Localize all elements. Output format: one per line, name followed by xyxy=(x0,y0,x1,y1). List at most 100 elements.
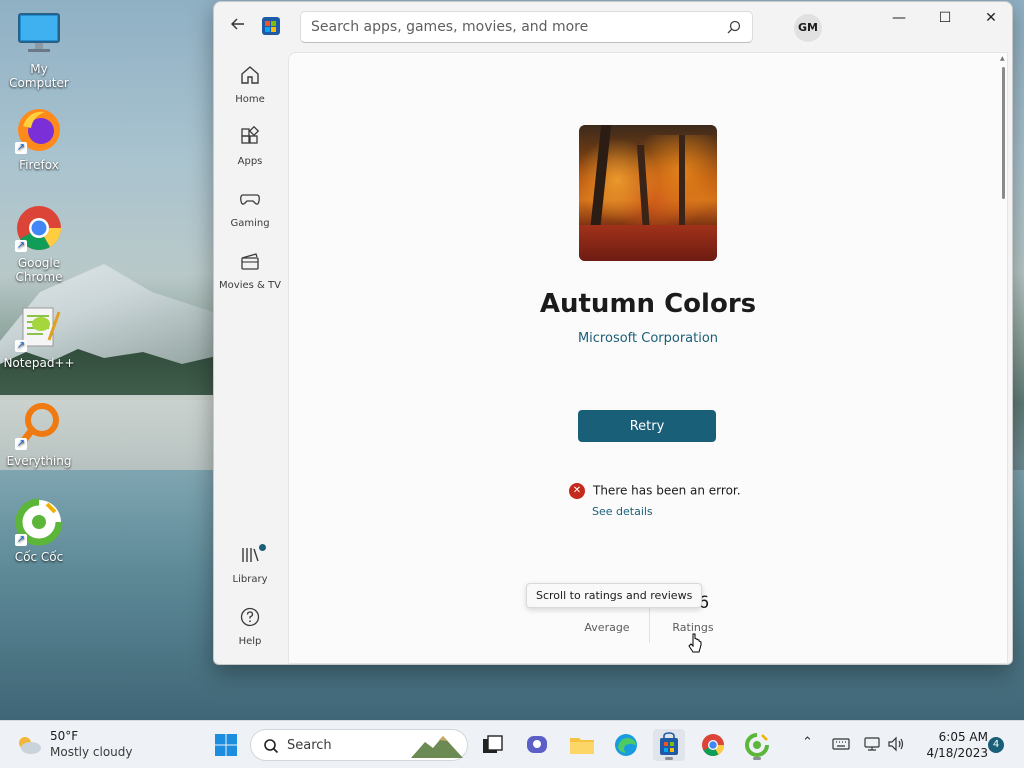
coccoc-icon: ↗ xyxy=(15,498,63,546)
desktop-icon-label: Firefox xyxy=(19,158,59,172)
app-publisher-link[interactable]: Microsoft Corporation xyxy=(289,331,1007,346)
library-icon xyxy=(242,548,259,562)
nav-item-gaming[interactable]: Gaming xyxy=(218,182,282,238)
taskbar-coccoc[interactable] xyxy=(741,729,773,761)
volume-icon[interactable] xyxy=(887,736,905,752)
nav-item-movies-tv[interactable]: Movies & TV xyxy=(218,244,282,300)
notepadpp-icon: ↗ xyxy=(15,304,63,352)
desktop-icon-chrome[interactable]: ↗ Google Chrome xyxy=(0,204,78,284)
app-title: Autumn Colors xyxy=(539,289,757,319)
apps-icon xyxy=(241,125,260,144)
show-hidden-icons-chevron-icon[interactable]: ⌃ xyxy=(802,735,813,750)
account-avatar[interactable]: GM xyxy=(794,14,822,42)
nav-item-home[interactable]: Home xyxy=(218,58,282,114)
error-text: There has been an error. xyxy=(593,483,741,498)
see-details-link[interactable]: See details xyxy=(592,505,653,518)
close-button[interactable]: ✕ xyxy=(968,2,1012,34)
desktop-icon-label: My Computer xyxy=(9,62,69,90)
nav-item-library[interactable]: Library xyxy=(218,538,282,594)
nav-item-label: Help xyxy=(238,636,262,647)
shortcut-arrow-icon: ↗ xyxy=(15,534,27,546)
desktop-icon-firefox[interactable]: ↗ Firefox xyxy=(0,106,78,172)
keyboard-icon[interactable] xyxy=(832,737,850,751)
folder-icon xyxy=(570,738,594,754)
nav-item-help[interactable]: Help xyxy=(218,600,282,656)
desktop-icon-my-computer[interactable]: My Computer xyxy=(0,10,78,90)
nav-item-label: Home xyxy=(235,94,265,105)
taskbar-file-explorer[interactable] xyxy=(566,729,598,761)
desktop-icon-coccoc[interactable]: ↗ Cốc Cốc xyxy=(0,498,78,564)
shortcut-arrow-icon: ↗ xyxy=(15,142,27,154)
edge-icon xyxy=(615,734,637,756)
minimize-icon: — xyxy=(892,10,906,26)
store-logo-icon xyxy=(262,17,280,35)
clock-time: 6:05 AM xyxy=(938,730,988,744)
back-button[interactable] xyxy=(226,14,250,38)
weather-description: Mostly cloudy xyxy=(50,745,133,759)
desktop-icon-label: Notepad++ xyxy=(3,356,75,370)
arrow-left-icon xyxy=(231,18,244,30)
app-hero-image xyxy=(579,125,717,261)
desktop-icon-everything[interactable]: ↗ Everything xyxy=(0,402,78,468)
ratings-tooltip: Scroll to ratings and reviews xyxy=(526,583,703,608)
taskbar-task-view[interactable] xyxy=(476,729,508,761)
shortcut-arrow-icon: ↗ xyxy=(15,240,27,252)
maximize-icon: ☐ xyxy=(938,10,952,26)
mouse-pointer-icon xyxy=(688,633,702,653)
weather-widget[interactable]: 50°F Mostly cloudy xyxy=(16,729,166,761)
taskbar: 50°F Mostly cloudy Search ⌃ 6:05 AM 4/18… xyxy=(0,720,1024,768)
title-bar: GM — ☐ ✕ xyxy=(214,2,1012,50)
rating-label: Average xyxy=(584,621,630,634)
search-highlight-image xyxy=(411,736,463,758)
chrome-icon xyxy=(702,734,724,756)
clock-date: 4/18/2023 xyxy=(926,746,988,760)
firefox-icon: ↗ xyxy=(15,106,63,154)
nav-item-apps[interactable]: Apps xyxy=(218,120,282,176)
search-icon xyxy=(264,739,279,754)
desktop-icon-notepadpp[interactable]: ↗ Notepad++ xyxy=(0,304,78,370)
taskbar-chat[interactable] xyxy=(521,729,553,761)
retry-button[interactable]: Retry xyxy=(578,410,716,442)
taskbar-search-label: Search xyxy=(287,738,332,753)
search-input[interactable] xyxy=(301,12,711,42)
taskbar-store-active[interactable] xyxy=(653,729,685,761)
windows-logo-icon xyxy=(215,734,237,756)
hero-ground xyxy=(579,225,717,261)
monitor-icon xyxy=(15,10,63,58)
start-button[interactable] xyxy=(210,729,242,761)
taskbar-chrome[interactable] xyxy=(697,729,729,761)
gamepad-icon xyxy=(240,194,260,205)
store-window: GM — ☐ ✕ Home Apps Gaming Movies & TV Li… xyxy=(213,1,1013,665)
desktop-icon-label: Cốc Cốc xyxy=(14,550,64,564)
taskbar-search[interactable]: Search xyxy=(250,729,468,761)
scrollbar-thumb[interactable] xyxy=(1002,67,1005,199)
nav-item-label: Apps xyxy=(237,156,263,167)
running-indicator xyxy=(753,757,761,760)
error-icon: ✕ xyxy=(569,483,585,499)
nav-item-label: Library xyxy=(232,574,268,585)
minimize-button[interactable]: — xyxy=(876,2,922,34)
update-indicator-dot xyxy=(259,544,266,551)
shortcut-arrow-icon: ↗ xyxy=(15,438,27,450)
network-icon[interactable] xyxy=(863,736,881,752)
store-search-box[interactable] xyxy=(300,11,753,43)
search-icon[interactable] xyxy=(726,19,742,35)
cloudy-weather-icon xyxy=(19,737,41,754)
scroll-up-arrow-icon[interactable]: ▲ xyxy=(1000,55,1006,62)
everything-icon: ↗ xyxy=(15,402,63,450)
task-view-icon xyxy=(483,735,503,753)
taskbar-clock[interactable]: 6:05 AM 4/18/2023 xyxy=(918,729,988,761)
close-icon: ✕ xyxy=(985,10,997,26)
desktop-icon-label: Google Chrome xyxy=(15,256,63,284)
nav-rail: Home Apps Gaming Movies & TV Library Hel… xyxy=(214,50,286,664)
taskbar-edge[interactable] xyxy=(610,729,642,761)
notification-badge[interactable]: 4 xyxy=(988,737,1004,753)
chrome-icon: ↗ xyxy=(15,204,63,252)
weather-temperature: 50°F xyxy=(50,729,79,743)
clapperboard-icon xyxy=(241,253,259,270)
maximize-button[interactable]: ☐ xyxy=(922,2,968,34)
home-icon xyxy=(241,66,259,84)
app-detail-panel: ▲ Autumn Colors Microsoft Corporation Re… xyxy=(288,52,1008,664)
nav-item-label: Movies & TV xyxy=(219,280,281,291)
desktop-icon-label: Everything xyxy=(6,454,72,468)
